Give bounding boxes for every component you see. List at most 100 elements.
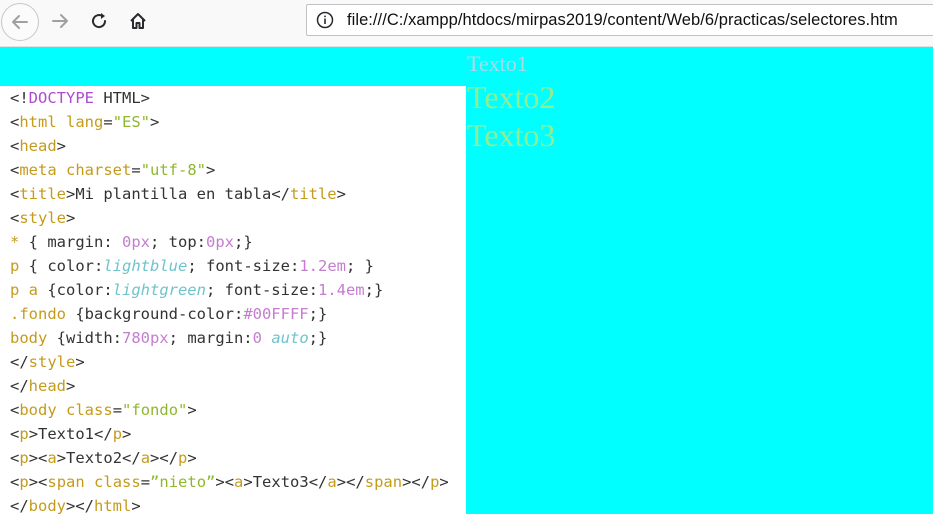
code-token: head [19,137,57,155]
home-button[interactable] [119,2,157,40]
info-icon[interactable] [316,11,334,29]
code-token: 1.2em [299,257,346,275]
code-token: >< [28,449,48,467]
code-token: span [47,473,85,491]
code-line: body {width:780px; margin:0 auto;} [10,326,327,350]
code-token: "utf-8" [140,161,207,179]
code-line: <p>Texto1</p> [10,422,131,446]
code-token: > [131,497,141,514]
texto1-paragraph: Texto1 [467,51,528,76]
code-token: {background-color: [66,305,244,323]
code-token: ></ [402,473,431,491]
code-token: > [66,377,76,395]
code-token: p [178,449,188,467]
code-token: > [336,185,346,203]
code-token: ></ [336,473,365,491]
code-token: < [10,137,20,155]
code-line: <html lang="ES"> [10,110,159,134]
code-token: html [94,497,132,514]
code-token: charset [66,161,132,179]
code-token: > [206,161,216,179]
code-token: HTML> [94,89,150,107]
code-token: p [19,473,29,491]
code-token: { margin: [19,233,122,251]
code-token: < [10,425,20,443]
code-line: </head> [10,374,75,398]
code-token: "fondo" [122,401,188,419]
code-token: auto [271,329,309,347]
code-token: = [140,473,151,491]
code-token: ; top: [150,233,206,251]
code-token: < [10,185,20,203]
code-token: >Texto2</ [56,449,141,467]
code-token: < [10,401,20,419]
url-text: file:///C:/xampp/htdocs/mirpas2019/conte… [347,11,898,29]
arrow-right-icon [52,14,68,28]
code-token: * [10,233,20,251]
code-editor[interactable]: <!DOCTYPE HTML> <html lang="ES"> <head> <me… [0,86,466,514]
texto3-link[interactable]: Texto3 [467,117,555,154]
code-token: {width: [47,329,122,347]
code-token: body [28,497,66,514]
code-token: p [112,425,123,443]
code-line: <body class="fondo"> [10,398,197,422]
code-token: "ES" [112,113,151,131]
code-token: .fondo [10,305,66,323]
code-token: ; font-size: [187,257,300,275]
code-token: style [28,353,76,371]
address-bar[interactable]: file:///C:/xampp/htdocs/mirpas2019/conte… [306,4,933,36]
code-token: >Texto1</ [28,425,113,443]
code-token: >Mi plantilla en tabla</ [66,185,290,203]
code-token: </ [10,497,29,514]
code-token: lightblue [103,257,188,275]
code-line: * { margin: 0px; top:0px;} [10,230,253,254]
code-token: = [131,161,141,179]
code-token: p a [10,281,38,299]
code-token: > [439,473,449,491]
code-token: > [187,449,197,467]
code-line: p { color:lightblue; font-size:1.2em; } [10,254,374,278]
code-token: a [47,449,57,467]
code-token: ></ [66,497,94,514]
reload-button[interactable] [80,2,118,40]
code-token: ;} [308,329,328,347]
code-token: title [289,185,337,203]
code-token: ”nieto” [150,473,216,491]
code-token: 780px [121,329,169,347]
code-token: = [103,113,113,131]
code-token: {color: [38,281,113,299]
code-line: p a {color:lightgreen; font-size:1.4em;} [10,278,383,302]
code-token: a [327,473,337,491]
code-line: </body></html> [10,494,141,514]
code-token: = [112,401,123,419]
code-token: ;} [308,305,328,323]
code-token: p [10,257,20,275]
code-token: ; font-size: [205,281,318,299]
code-token: >Texto3</ [243,473,328,491]
code-token: p [19,425,29,443]
code-token: lightgreen [112,281,206,299]
code-line: <!DOCTYPE HTML> [10,86,150,110]
code-line: <head> [10,134,66,158]
code-line: <p><span class=”nieto”><a>Texto3</a></sp… [10,470,449,494]
code-token: < [10,473,20,491]
code-token: body [19,401,57,419]
code-line: </style> [10,350,85,374]
code-token: { color: [19,257,104,275]
code-token: ></ [150,449,179,467]
forward-button[interactable] [41,2,79,40]
code-token: > [75,353,85,371]
code-token: head [28,377,66,395]
code-token: > [150,113,160,131]
code-token: a [234,473,244,491]
code-line: <title>Mi plantilla en tabla</title> [10,182,346,206]
code-token: >< [28,473,48,491]
texto2-link[interactable]: Texto2 [467,79,555,116]
back-button[interactable] [1,3,39,41]
code-token: ; margin: [168,329,253,347]
code-token: ; } [346,257,374,275]
code-token: 0px [122,233,150,251]
